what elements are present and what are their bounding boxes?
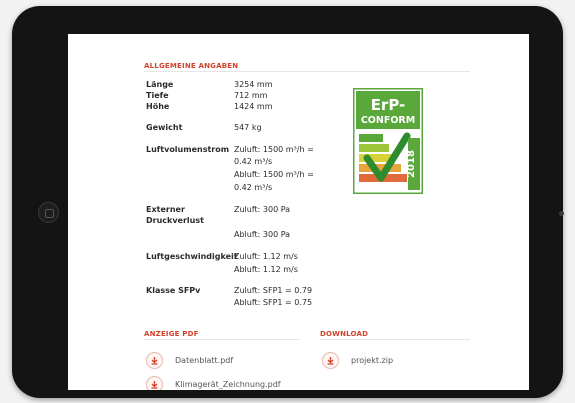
value-luftvolumenstrom-4: 0.42 m³/s	[234, 183, 273, 192]
download-arrow-icon	[146, 376, 163, 390]
badge-line2: CONFORM	[361, 115, 415, 126]
download-arrow-icon	[146, 352, 163, 369]
value-druckverlust-abluft: Abluft: 300 Pa	[234, 230, 291, 239]
label-gewicht: Gewicht	[146, 123, 183, 132]
erp-conform-badge-icon: ErP- CONFORM 2018	[353, 88, 423, 194]
value-luftgeschwindigkeit-abluft: Abluft: 1.12 m/s	[234, 265, 298, 274]
value-hoehe: 1424 mm	[234, 102, 273, 111]
value-laenge: 3254 mm	[234, 80, 273, 89]
camera-icon	[559, 211, 564, 216]
label-luftgeschwindigkeit: Luftgeschwindigkeit	[146, 252, 238, 261]
value-luftvolumenstrom-3: Abluft: 1500 m³/h =	[234, 170, 314, 179]
value-gewicht: 547 kg	[234, 123, 262, 132]
badge-year: 2018	[406, 150, 417, 178]
value-luftvolumenstrom-2: 0.42 m³/s	[234, 157, 273, 166]
label-klasse-sfpv: Klasse SFPv	[146, 286, 201, 295]
file-name: projekt.zip	[351, 356, 394, 365]
badge-line1: ErP-	[371, 96, 406, 114]
value-druckverlust-zuluft: Zuluft: 300 Pa	[234, 205, 291, 214]
file-name: Datenblatt.pdf	[175, 356, 234, 365]
tablet-frame: ALLGEMEINE ANGABEN Länge 3254 mm Tiefe 7…	[12, 6, 564, 398]
label-externer: Externer	[146, 205, 185, 214]
section-title-download: DOWNLOAD	[320, 330, 369, 338]
label-luftvolumenstrom: Luftvolumenstrom	[146, 145, 230, 154]
home-button[interactable]	[38, 202, 59, 223]
value-luftvolumenstrom-1: Zuluft: 1500 m³/h =	[234, 145, 314, 154]
value-luftgeschwindigkeit-zuluft: Zuluft: 1.12 m/s	[234, 252, 298, 261]
divider	[320, 339, 470, 340]
label-hoehe: Höhe	[146, 102, 170, 111]
divider	[144, 71, 470, 72]
section-title-general: ALLGEMEINE ANGABEN	[144, 62, 239, 70]
label-druckverlust: Druckverlust	[146, 216, 204, 225]
file-name: Klimagerät_Zeichnung.pdf	[175, 380, 281, 389]
section-title-pdf: ANZEIGE PDF	[144, 330, 199, 338]
file-link-datenblatt[interactable]: Datenblatt.pdf	[146, 352, 233, 369]
value-sfpv-abluft: Abluft: SFP1 = 0.75	[234, 298, 313, 307]
file-link-projekt-zip[interactable]: projekt.zip	[322, 352, 393, 369]
divider	[144, 339, 300, 340]
label-laenge: Länge	[146, 80, 174, 89]
download-arrow-icon	[322, 352, 339, 369]
value-tiefe: 712 mm	[234, 91, 268, 100]
screen: ALLGEMEINE ANGABEN Länge 3254 mm Tiefe 7…	[68, 34, 529, 390]
file-link-zeichnung[interactable]: Klimagerät_Zeichnung.pdf	[146, 376, 281, 390]
label-tiefe: Tiefe	[146, 91, 169, 100]
value-sfpv-zuluft: Zuluft: SFP1 = 0.79	[234, 286, 313, 295]
